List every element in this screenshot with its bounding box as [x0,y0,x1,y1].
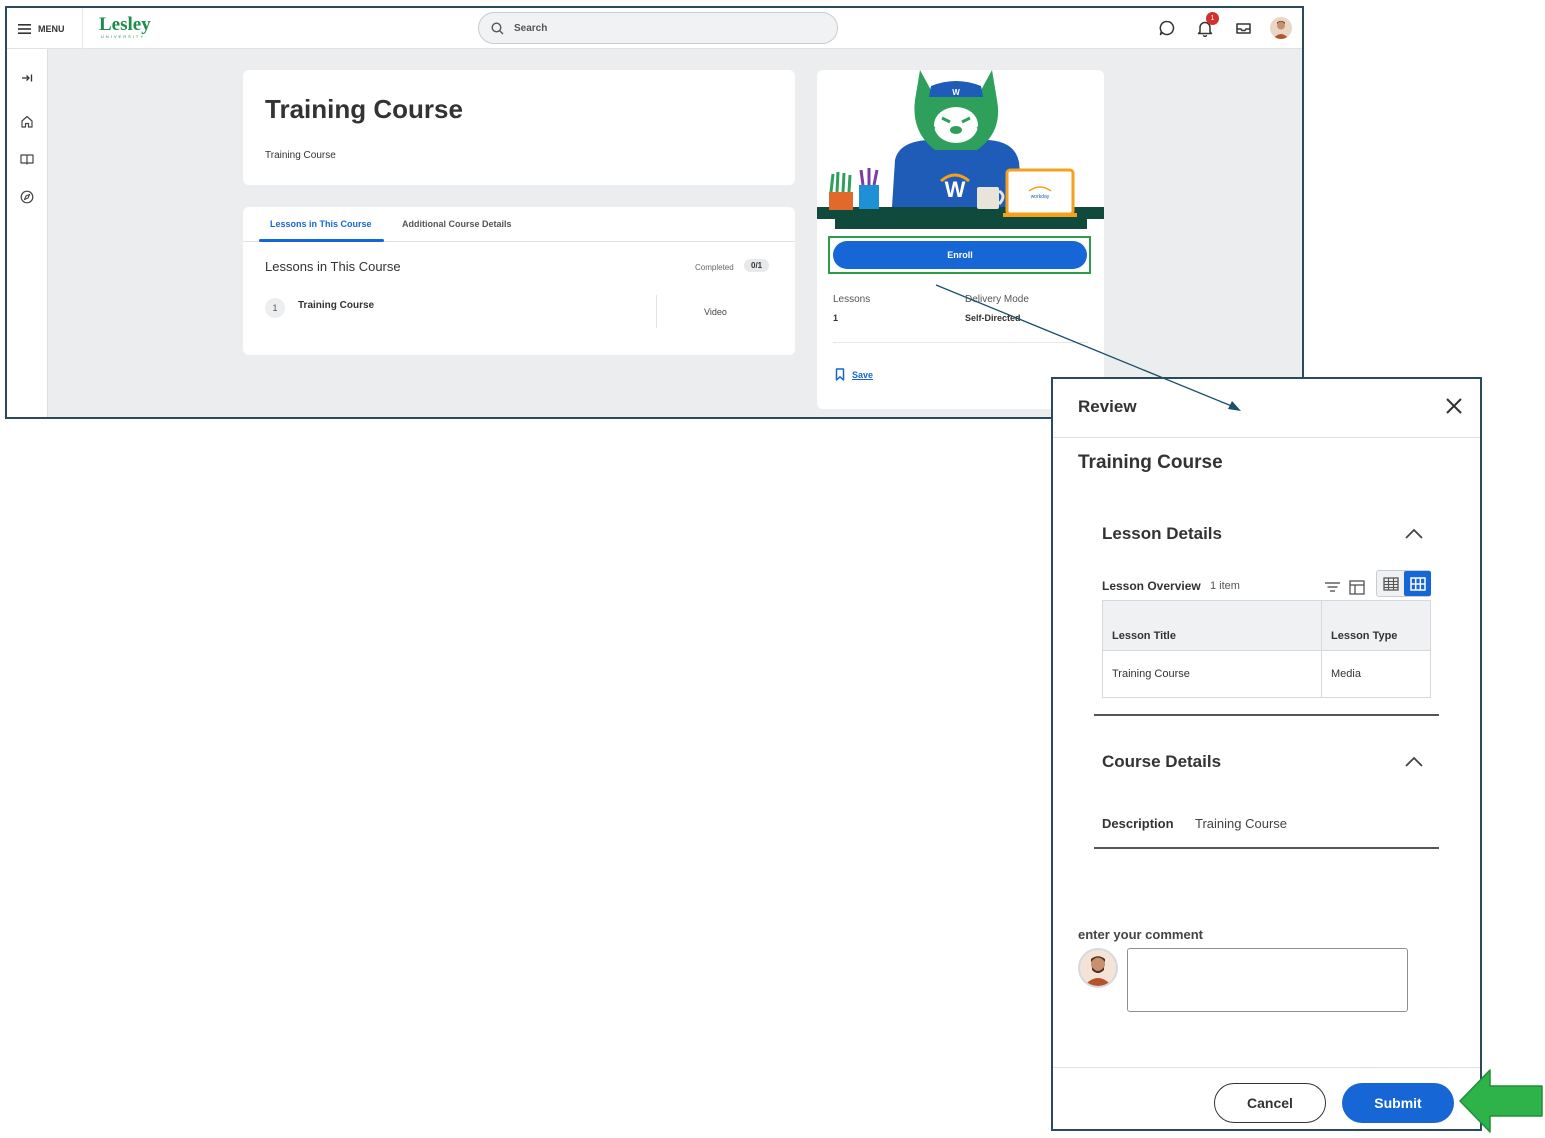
lessons-label: Lessons [833,294,871,305]
review-dialog: Review Training Course Lesson Details Le… [1051,377,1482,1131]
svg-text:W: W [952,88,960,97]
lesson-details-heading: Lesson Details [1102,524,1222,543]
table-cell-lesson-title: Training Course [1102,650,1322,698]
bookmark-icon [835,368,845,381]
user-avatar[interactable] [1270,17,1292,39]
divider [1053,437,1480,438]
submit-button[interactable]: Submit [1342,1083,1454,1123]
lesson-row-divider [656,295,657,328]
lesson-overview-table: Lesson Title Lesson Type Training Course… [1102,600,1431,698]
workday-app-window: MENU Lesley UNIVERSITY Search 1 Training… [5,6,1304,419]
top-bar: MENU Lesley UNIVERSITY Search 1 [7,8,1302,49]
enroll-button[interactable]: Enroll [833,241,1087,269]
delivery-mode-label: Delivery Mode [965,294,1029,305]
column-header-lesson-type[interactable]: Lesson Type [1321,600,1431,651]
save-link[interactable]: Save [835,368,873,381]
description-value: Training Course [1195,816,1288,831]
page-title: Training Course [265,94,463,124]
grid-view-icon[interactable] [1404,571,1431,596]
view-toggle [1376,570,1431,597]
svg-text:W: W [945,177,966,202]
save-label: Save [852,369,874,380]
avatar [1078,948,1118,988]
svg-text:workday: workday [1031,194,1050,200]
compass-icon[interactable] [18,188,36,206]
lesson-type: Video [704,307,727,317]
course-title-card: Training Course Training Course [243,70,795,185]
logo-subtext: UNIVERSITY [101,34,146,39]
lesson-number: 1 [265,298,285,318]
chevron-up-icon[interactable] [1404,755,1424,769]
lessons-card: Lessons in This Course Additional Course… [243,207,795,355]
course-side-card: W W workday Enroll Lessons 1 Delivery Mo… [817,70,1104,409]
description-label: Description [1102,816,1174,831]
course-details-heading: Course Details [1102,752,1222,771]
dialog-course-title: Training Course [1078,452,1223,473]
filter-icon[interactable] [1323,578,1341,596]
bobcat-mascot-illustration: W W workday [817,70,1104,229]
column-header-lesson-title[interactable]: Lesson Title [1102,600,1322,651]
table-row: Training Course Media [1102,650,1431,698]
lesson-title[interactable]: Training Course [298,300,374,311]
hamburger-icon [18,23,31,34]
table-header-row: Lesson Title Lesson Type [1102,600,1431,651]
dialog-title: Review [1078,397,1137,416]
menu-label: MENU [38,23,65,34]
inbox-icon[interactable] [1233,18,1253,38]
divider [1053,1067,1480,1068]
lesson-row[interactable]: 1 Training Course Video [243,289,795,334]
green-pointer-arrow-icon [1459,1069,1543,1133]
course-tabs: Lessons in This Course Additional Course… [243,207,795,242]
search-icon [491,21,504,34]
lesson-overview-label: Lesson Overview [1102,579,1201,593]
search-input[interactable]: Search [478,12,838,44]
tab-lessons-in-this-course[interactable]: Lessons in This Course [270,219,372,229]
delivery-mode-value: Self-Directed [965,313,1021,323]
chevron-up-icon[interactable] [1404,527,1424,541]
expand-rail-icon[interactable] [18,69,36,87]
cancel-button[interactable]: Cancel [1214,1083,1326,1123]
book-icon[interactable] [18,150,36,168]
lesley-logo[interactable]: Lesley [99,15,151,34]
section-divider [1094,714,1439,716]
section-divider [1094,847,1439,849]
active-tab-indicator [259,239,384,242]
column-layout-icon[interactable] [1348,578,1366,596]
left-rail [7,49,48,417]
notification-badge: 1 [1206,12,1219,25]
search-placeholder: Search [514,22,548,34]
table-view-icon[interactable] [1378,572,1404,595]
table-cell-lesson-type: Media [1321,650,1431,698]
comment-input[interactable] [1127,948,1408,1012]
lessons-value: 1 [833,313,839,323]
chat-icon[interactable] [1157,18,1177,38]
menu-button[interactable]: MENU [7,8,83,49]
notifications-icon[interactable]: 1 [1195,12,1219,38]
close-icon[interactable] [1443,395,1465,417]
completed-label: Completed [695,263,734,272]
course-subtitle: Training Course [265,150,336,161]
lessons-heading: Lessons in This Course [265,259,401,274]
lesson-overview-count: 1 item [1210,580,1240,592]
comment-label: enter your comment [1078,927,1203,942]
home-icon[interactable] [18,112,36,130]
tab-additional-course-details[interactable]: Additional Course Details [402,219,512,229]
completed-count-badge: 0/1 [744,259,770,272]
divider [833,342,1088,343]
